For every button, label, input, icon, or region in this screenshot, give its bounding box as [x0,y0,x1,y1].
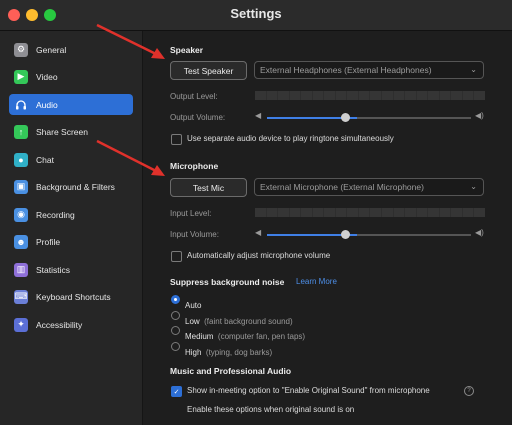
annotation-arrow-microphone [96,139,165,176]
settings-window: Settings ⚙ General ▶ Video Audio ↑ Share… [0,0,512,425]
annotation-arrow-speaker [96,23,165,59]
annotation-arrows [96,23,165,176]
